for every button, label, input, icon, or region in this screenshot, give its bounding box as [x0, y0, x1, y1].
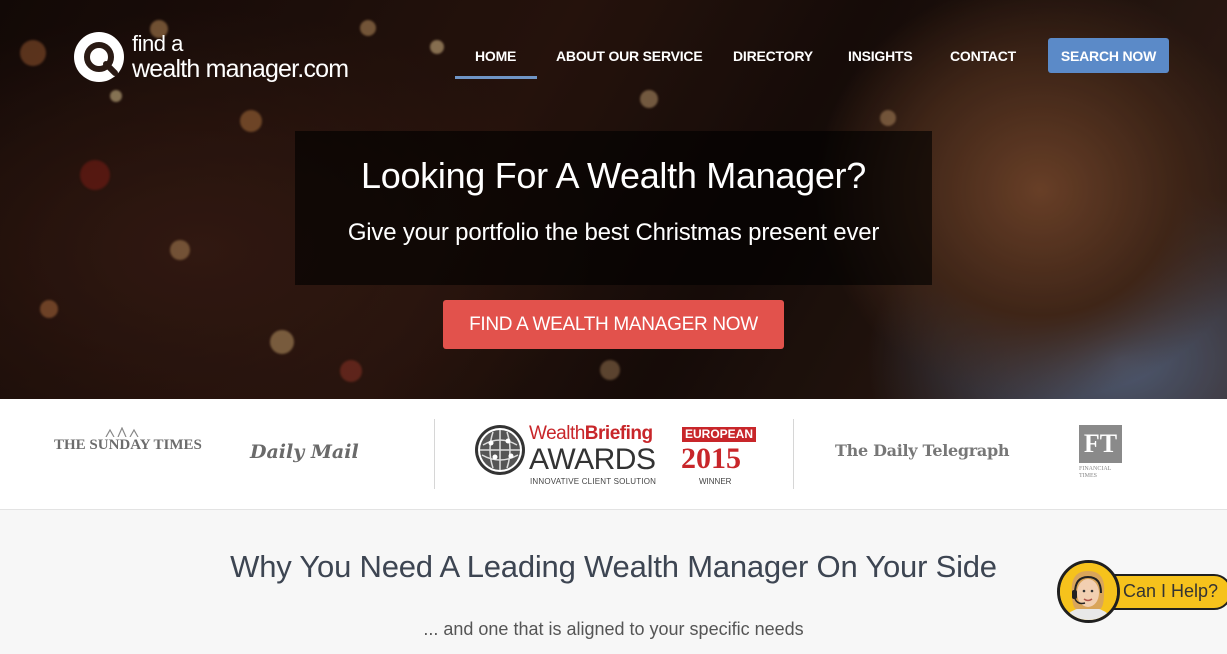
sunday-times-text: THE SUNDAY TIMES [54, 437, 202, 453]
hero-subtitle: Give your portfolio the best Christmas p… [347, 219, 880, 246]
awards-briefing: Briefing [584, 423, 653, 444]
why-section-title: Why You Need A Leading Wealth Manager On… [230, 549, 997, 584]
logo-wordmark: find a wealth manager.com [132, 30, 349, 83]
nav-item-about[interactable]: ABOUT OUR SERVICE [556, 48, 703, 64]
find-wealth-manager-button[interactable]: FIND A WEALTH MANAGER NOW [443, 300, 784, 349]
why-section-subtitle: ... and one that is aligned to your spec… [423, 619, 804, 639]
financial-times-logo: FT FINANCIAL TIMES [1079, 425, 1123, 485]
press-divider [434, 419, 435, 489]
ft-line1: FINANCIAL [1079, 466, 1112, 472]
ft-line2: TIMES [1079, 473, 1097, 479]
awards-year: 2015 [681, 442, 741, 475]
awards-title: AWARDS [529, 443, 656, 476]
press-divider [793, 419, 794, 489]
magnifier-logo-icon [72, 30, 126, 84]
awards-wealth: Wealth [529, 423, 585, 444]
chat-label[interactable]: Can I Help? [1123, 581, 1218, 602]
daily-telegraph-logo: The Daily Telegraph [835, 441, 1010, 460]
awards-european-badge: EUROPEAN [682, 427, 757, 442]
site-logo[interactable]: find a wealth manager.com [72, 30, 349, 84]
awards-wealthbriefing: WealthBriefing [529, 423, 653, 445]
crest-icon [105, 427, 139, 437]
live-chat-widget[interactable]: Can I Help? [1057, 560, 1227, 624]
search-now-button[interactable]: SEARCH NOW [1048, 38, 1169, 73]
support-agent-icon[interactable] [1057, 560, 1120, 623]
nav-item-home[interactable]: HOME [475, 48, 516, 64]
awards-winner: WINNER [699, 477, 732, 486]
active-nav-indicator [455, 76, 537, 79]
daily-mail-logo: Daily Mail [250, 441, 359, 463]
hero-message-box: Looking For A Wealth Manager? Give your … [295, 131, 932, 285]
nav-item-insights[interactable]: INSIGHTS [848, 48, 913, 64]
nav-item-directory[interactable]: DIRECTORY [733, 48, 813, 64]
hero-section: find a wealth manager.com HOME ABOUT OUR… [0, 0, 1227, 399]
logo-line1: find a [132, 30, 183, 56]
awards-category: INNOVATIVE CLIENT SOLUTION [530, 477, 657, 486]
ft-mark: FT [1079, 425, 1122, 463]
sunday-times-logo: THE SUNDAY TIMES [54, 427, 202, 454]
globe-icon [473, 423, 527, 477]
hero-title: Looking For A Wealth Manager? [361, 155, 866, 196]
press-logos-strip: THE SUNDAY TIMES Daily Mail WealthBriefi… [0, 399, 1227, 510]
wealthbriefing-awards-logo: WealthBriefing EUROPEAN AWARDS 2015 INNO… [473, 419, 758, 491]
logo-line2: wealth manager.com [132, 54, 349, 83]
nav-item-contact[interactable]: CONTACT [950, 48, 1016, 64]
